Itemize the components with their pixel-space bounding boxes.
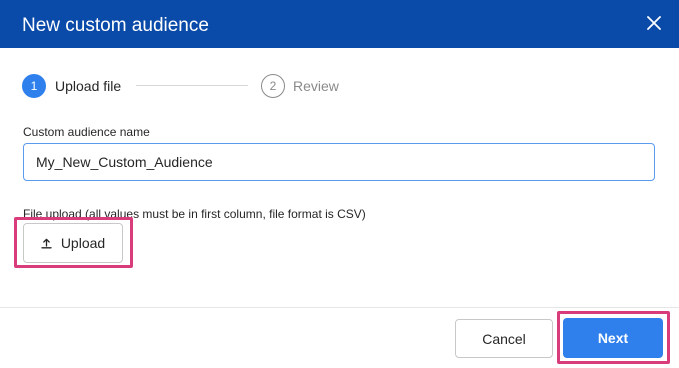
cancel-button[interactable]: Cancel	[455, 319, 553, 358]
close-icon	[647, 16, 661, 30]
audience-name-label: Custom audience name	[23, 125, 150, 139]
upload-button-label: Upload	[60, 235, 106, 251]
close-button[interactable]	[643, 12, 665, 34]
step-1-indicator: 1	[22, 74, 46, 98]
step-connector	[136, 85, 248, 86]
next-button[interactable]: Next	[563, 318, 663, 358]
new-custom-audience-dialog: New custom audience 1 Upload file 2 Revi…	[0, 0, 679, 368]
step-2-label: Review	[293, 78, 339, 94]
audience-name-input[interactable]	[23, 143, 655, 181]
footer-divider	[0, 307, 679, 308]
upload-icon	[41, 238, 52, 248]
step-2-indicator: 2	[261, 74, 285, 98]
upload-button[interactable]: Upload	[23, 223, 123, 263]
dialog-header: New custom audience	[0, 0, 679, 48]
stepper: 1 Upload file 2 Review	[22, 74, 662, 98]
step-1-label: Upload file	[55, 78, 122, 94]
dialog-title: New custom audience	[22, 15, 209, 36]
